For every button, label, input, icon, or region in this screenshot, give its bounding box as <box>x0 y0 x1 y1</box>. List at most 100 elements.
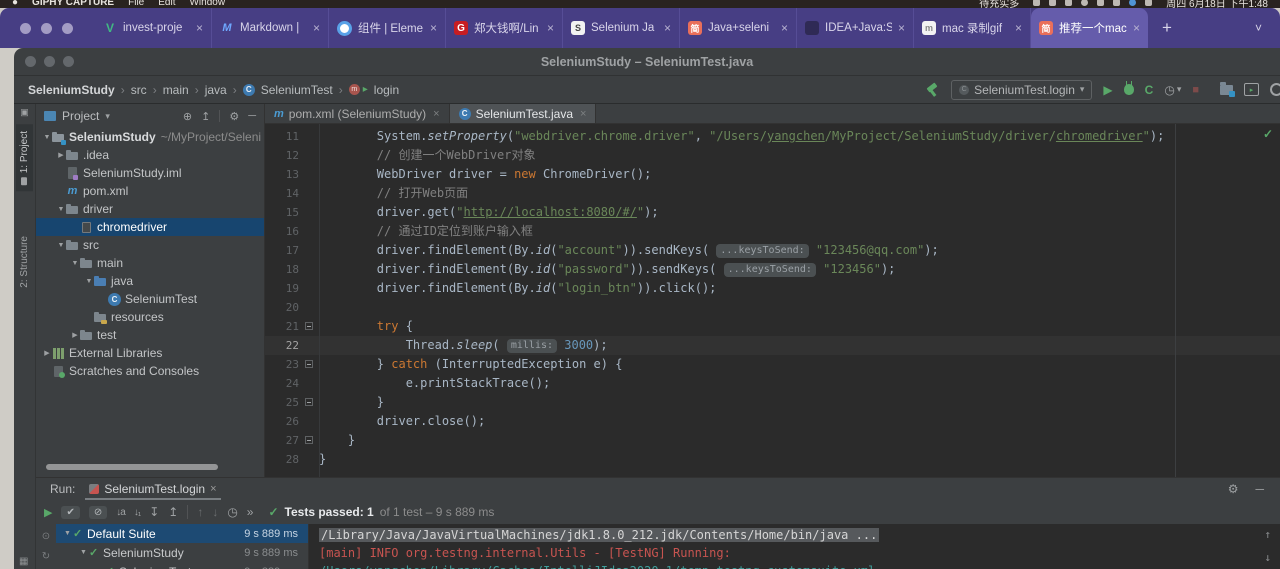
hide-panel-icon[interactable]: ─ <box>248 110 256 122</box>
fold-marker[interactable] <box>299 393 319 412</box>
browser-tab[interactable]: 组件 | Eleme × <box>329 8 446 48</box>
record-icon[interactable] <box>1081 0 1089 6</box>
code-line[interactable]: 19 driver.findElement(By.id("login_btn")… <box>265 279 1280 298</box>
search-icon[interactable] <box>1113 0 1121 6</box>
tree-toggle-icon[interactable]: ▼ <box>56 206 66 213</box>
gear-icon[interactable]: ⚙ <box>1228 482 1239 496</box>
code-line[interactable]: 11 System.setProperty("webdriver.chrome.… <box>265 127 1280 146</box>
editor-tab[interactable]: C SeleniumTest.java × <box>449 104 597 123</box>
menubar-status-icons[interactable] <box>1033 0 1153 6</box>
test-tree-item[interactable]: ▼✓SeleniumTest9 s 889 ms <box>56 562 308 569</box>
breadcrumb-item[interactable]: login <box>374 83 399 97</box>
project-pane-title[interactable]: Project <box>62 109 99 123</box>
locate-file-icon[interactable]: ⊕ <box>183 110 192 123</box>
scroll-down-icon[interactable]: ↓ <box>1264 549 1271 567</box>
browser-tab[interactable]: G 郑大钱啊/Lin × <box>446 8 563 48</box>
code-line[interactable]: 16 // 通过ID定位到账户输入框 <box>265 222 1280 241</box>
project-tree-item[interactable]: ▶ .idea <box>36 146 264 164</box>
stop-button[interactable]: ■ <box>1192 84 1199 96</box>
tab-close-icon[interactable]: × <box>580 108 586 120</box>
code-line[interactable]: 21 try { <box>265 317 1280 336</box>
code-line[interactable]: 17 driver.findElement(By.id("account")).… <box>265 241 1280 260</box>
tree-toggle-icon[interactable]: ▼ <box>62 530 73 537</box>
assistant-icon[interactable] <box>1129 0 1137 6</box>
more-icon[interactable]: » <box>247 505 254 519</box>
browser-tab[interactable]: m mac 录制gif × <box>914 8 1031 48</box>
code-line[interactable]: 26 driver.close(); <box>265 412 1280 431</box>
code-line[interactable]: 24 e.printStackTrace(); <box>265 374 1280 393</box>
browser-tab[interactable]: 简 Java+seleni × <box>680 8 797 48</box>
tree-toggle-icon[interactable]: ▶ <box>70 331 80 339</box>
breadcrumb-item[interactable]: SeleniumStudy <box>28 83 115 97</box>
tree-toggle-icon[interactable]: ▶ <box>42 349 52 357</box>
code-line[interactable]: 13 WebDriver driver = new ChromeDriver()… <box>265 165 1280 184</box>
next-test-icon[interactable]: ↓ <box>212 505 218 519</box>
build-project-icon[interactable] <box>925 83 940 97</box>
code-line[interactable]: 20 <box>265 298 1280 317</box>
project-tree-item[interactable]: Scratches and Consoles <box>36 362 264 380</box>
rerun-tests-icon[interactable]: ▶ <box>44 506 52 519</box>
fold-marker[interactable] <box>299 431 319 450</box>
tab-close-icon[interactable]: × <box>433 108 439 120</box>
media-prev-icon[interactable] <box>1033 0 1041 6</box>
project-tree-item[interactable]: ▼ SeleniumStudy ~/MyProject/Seleni <box>36 128 264 146</box>
sidebar-item-project[interactable]: 1: Project <box>16 124 33 192</box>
debug-button[interactable] <box>1123 81 1134 95</box>
chevron-down-icon[interactable]: ▾ <box>105 111 110 122</box>
project-tree-item[interactable]: chromedriver <box>36 218 264 236</box>
tab-close-icon[interactable]: × <box>898 21 905 35</box>
rerun-icon[interactable]: ↻ <box>42 551 50 562</box>
coverage-button[interactable]: C <box>1145 83 1154 97</box>
tab-close-icon[interactable]: × <box>781 21 788 35</box>
code-line[interactable]: 27 } <box>265 431 1280 450</box>
media-next-icon[interactable] <box>1065 0 1073 6</box>
hide-panel-icon[interactable]: ─ <box>1255 482 1264 496</box>
collapse-all-icon[interactable]: ↥ <box>168 505 178 519</box>
control-center-icon[interactable] <box>1145 0 1153 6</box>
console[interactable]: ↑ ↓ /Library/Java/JavaVirtualMachines/jd… <box>308 524 1280 569</box>
show-ignored-toggle[interactable]: ⊘ <box>88 505 108 519</box>
browser-tab[interactable]: 简推荐一个mac × <box>1031 8 1148 48</box>
tree-toggle-icon[interactable]: ▼ <box>56 242 66 249</box>
code-line[interactable]: 22 Thread.sleep( millis: 3000); <box>265 336 1280 355</box>
breadcrumb-item[interactable]: main <box>163 83 189 97</box>
browser-tab[interactable]: M Markdown | × <box>212 8 329 48</box>
pin-icon[interactable]: ⊙ <box>42 531 50 542</box>
media-play-icon[interactable] <box>1049 0 1057 6</box>
gear-icon[interactable]: ⚙ <box>229 110 239 123</box>
tab-close-icon[interactable]: × <box>547 21 554 35</box>
project-tree-item[interactable]: ▼ main <box>36 254 264 272</box>
project-structure-icon[interactable] <box>1220 81 1235 97</box>
tree-toggle-icon[interactable]: ▼ <box>70 260 80 267</box>
project-tree-item[interactable]: ▶ External Libraries <box>36 344 264 362</box>
sidebar-item-structure[interactable]: 2: Structure <box>16 229 33 295</box>
browser-tab[interactable]: Vinvest-proje × <box>95 8 212 48</box>
browser-tab[interactable]: IDEA+Java:S × <box>797 8 914 48</box>
browser-tab[interactable]: S Selenium Ja × <box>563 8 680 48</box>
project-tree-item[interactable]: resources <box>36 308 264 326</box>
zoom-button[interactable] <box>62 22 73 34</box>
sort-by-duration-icon[interactable]: ↓₁ <box>134 507 141 518</box>
code-line[interactable]: 23 } catch (InterruptedException e) { <box>265 355 1280 374</box>
code-line[interactable]: 25 } <box>265 393 1280 412</box>
show-passed-toggle[interactable]: ✔ <box>61 505 80 519</box>
terminal-icon[interactable]: ▸ <box>1244 83 1259 96</box>
project-tree-item[interactable]: C SeleniumTest <box>36 290 264 308</box>
scroll-up-icon[interactable]: ↑ <box>1264 526 1271 544</box>
breadcrumb-item[interactable]: SeleniumTest <box>261 83 333 97</box>
editor-tab[interactable]: m pom.xml (SeleniumStudy) × <box>265 104 450 123</box>
inspections-status-icon[interactable]: ✓ <box>1263 127 1273 141</box>
project-tree-item[interactable]: ▶ test <box>36 326 264 344</box>
tab-close-icon[interactable]: × <box>1015 21 1022 35</box>
test-tree-item[interactable]: ▼ ✓ SeleniumStudy 9 s 889 ms <box>56 543 308 562</box>
minimize-button[interactable] <box>41 22 52 34</box>
tab-close-icon[interactable]: × <box>1133 21 1140 35</box>
run-button[interactable]: ▶ <box>1103 83 1112 97</box>
apple-menu-icon[interactable]: ● <box>12 0 18 8</box>
project-tree-item[interactable]: SeleniumStudy.iml <box>36 164 264 182</box>
editor-body[interactable]: 11 System.setProperty("webdriver.chrome.… <box>265 124 1280 477</box>
keyboard-input-icon[interactable] <box>1097 0 1105 6</box>
profiler-button[interactable]: ◷ ▾ <box>1164 83 1181 97</box>
tree-toggle-icon[interactable]: ▼ <box>84 278 94 285</box>
code-line[interactable]: 15 driver.get("http://localhost:8080/#/"… <box>265 203 1280 222</box>
